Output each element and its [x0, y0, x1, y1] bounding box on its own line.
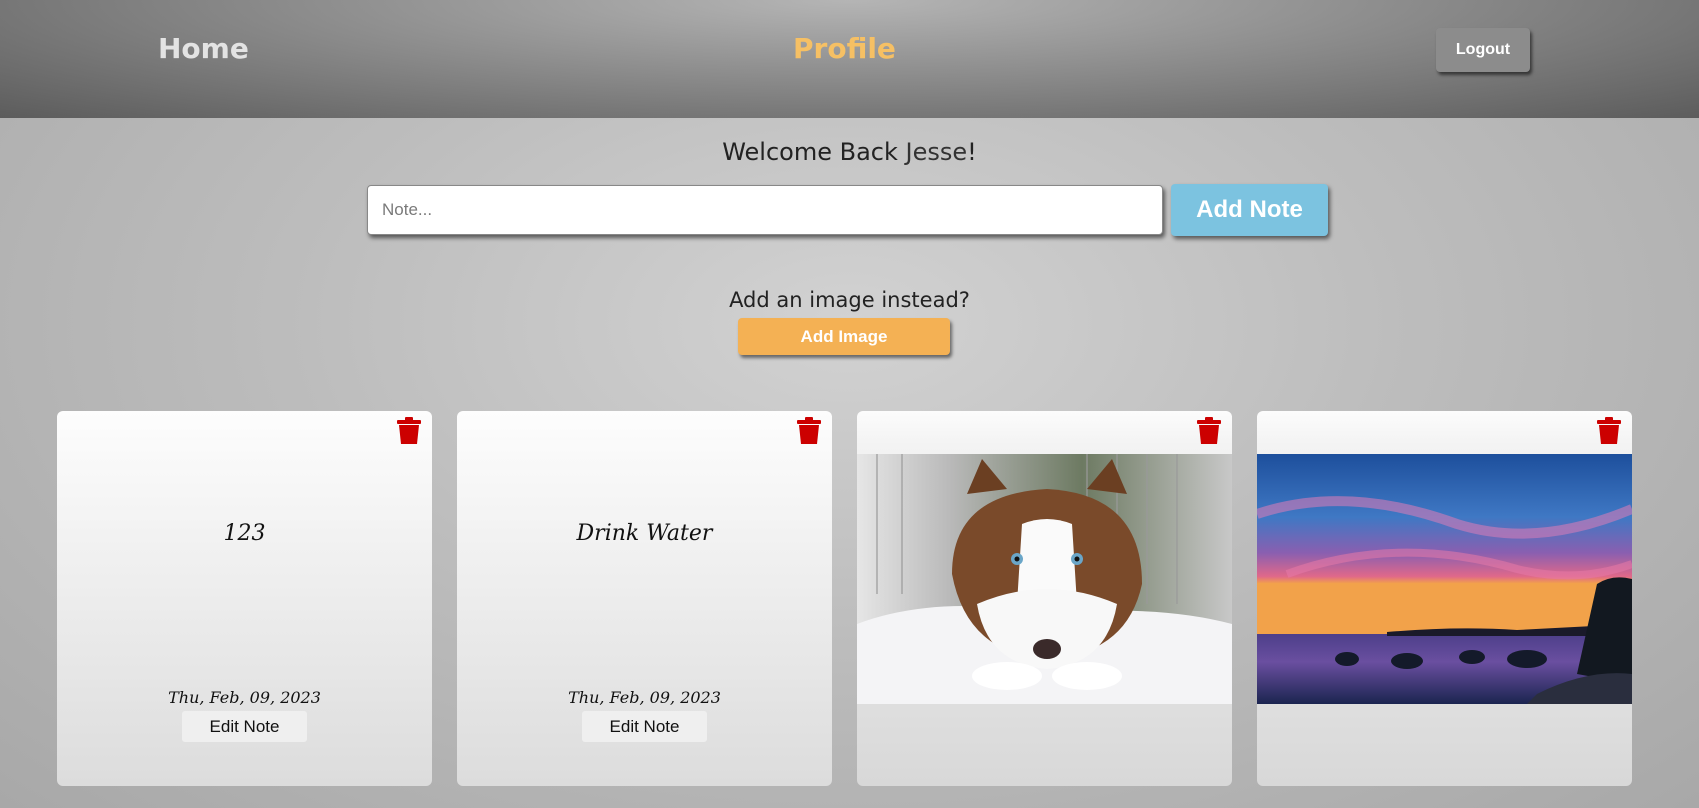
note-date: Thu, Feb, 09, 2023	[168, 688, 321, 707]
image-card	[857, 411, 1232, 786]
trash-icon[interactable]	[1196, 417, 1222, 445]
logout-button[interactable]: Logout	[1436, 28, 1530, 72]
navbar: Home Profile Logout	[0, 0, 1699, 118]
edit-note-button[interactable]: Edit Note	[582, 711, 707, 742]
add-image-prompt: Add an image instead?	[729, 288, 970, 312]
sunset-image	[1257, 454, 1632, 704]
edit-note-button[interactable]: Edit Note	[182, 711, 307, 742]
nav-home-link[interactable]: Home	[158, 32, 249, 65]
note-text: 123	[223, 521, 266, 546]
image-card	[1257, 411, 1632, 786]
note-input[interactable]	[367, 185, 1163, 235]
trash-icon[interactable]	[396, 417, 422, 445]
welcome-suffix: !	[967, 138, 977, 166]
note-date: Thu, Feb, 09, 2023	[568, 688, 721, 707]
trash-icon[interactable]	[1596, 417, 1622, 445]
trash-icon[interactable]	[796, 417, 822, 445]
note-text: Drink Water	[576, 521, 713, 546]
add-image-button[interactable]: Add Image	[738, 318, 950, 355]
welcome-greeting: Welcome Back	[722, 138, 898, 166]
nav-profile-link[interactable]: Profile	[793, 32, 896, 65]
welcome-message: Welcome Back Jesse!	[0, 138, 1699, 166]
husky-image	[857, 454, 1232, 704]
note-card: 123 Thu, Feb, 09, 2023 Edit Note	[57, 411, 432, 786]
add-note-button[interactable]: Add Note	[1171, 184, 1328, 236]
welcome-username: Jesse	[905, 138, 968, 166]
note-card: Drink Water Thu, Feb, 09, 2023 Edit Note	[457, 411, 832, 786]
